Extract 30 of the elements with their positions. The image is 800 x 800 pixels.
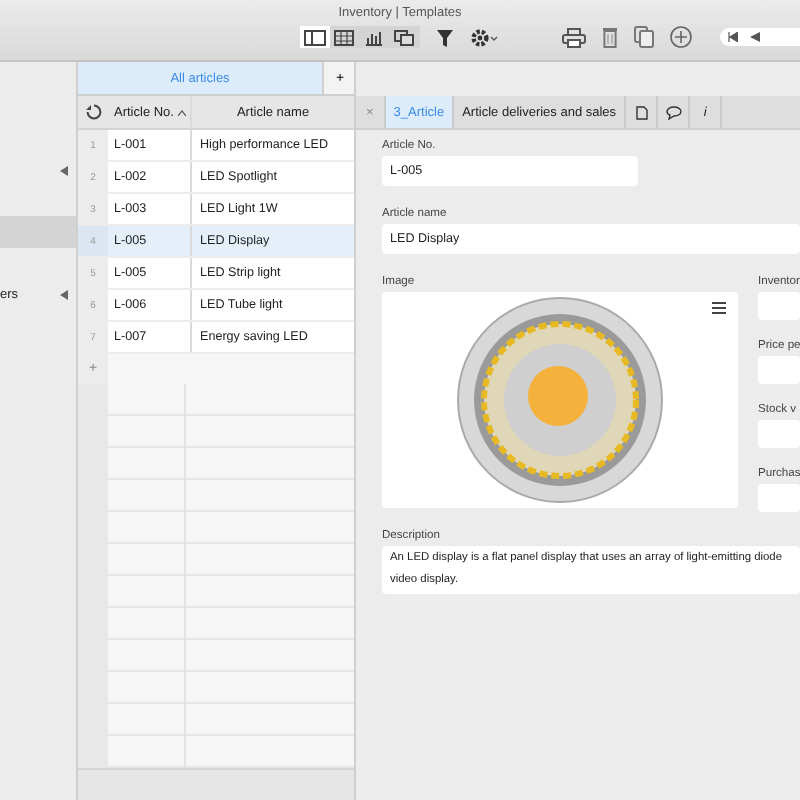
view-button[interactable] [390, 26, 420, 48]
trash-button[interactable] [602, 26, 618, 48]
document-icon [635, 105, 648, 119]
settings-icon [470, 27, 498, 47]
view-button[interactable] [330, 26, 360, 48]
comment-icon [665, 105, 682, 119]
copy-icon [634, 26, 654, 48]
image-field[interactable] [382, 292, 738, 508]
previous-record-icon [750, 32, 760, 42]
settings-button[interactable] [470, 27, 498, 47]
bar-chart-icon [364, 29, 386, 45]
record-navigator[interactable] [720, 28, 800, 46]
first-record-icon [728, 32, 738, 42]
refresh-icon[interactable] [85, 104, 101, 120]
printer-icon [562, 27, 586, 47]
copy-button[interactable] [634, 26, 654, 48]
view-button[interactable] [300, 26, 330, 48]
collapse-arrow-icon [60, 289, 68, 299]
view-button[interactable] [360, 26, 390, 48]
list-view-icon [304, 29, 326, 45]
table-icon [334, 29, 356, 45]
add-button[interactable] [670, 26, 692, 48]
menu-icon[interactable] [712, 302, 726, 314]
add-icon [670, 26, 692, 48]
collapse-arrow-icon [60, 165, 68, 175]
printer-button[interactable] [562, 27, 586, 47]
cards-icon [394, 29, 416, 45]
trash-icon [602, 26, 618, 48]
filter-button[interactable] [436, 27, 454, 47]
filter-icon [436, 27, 454, 47]
